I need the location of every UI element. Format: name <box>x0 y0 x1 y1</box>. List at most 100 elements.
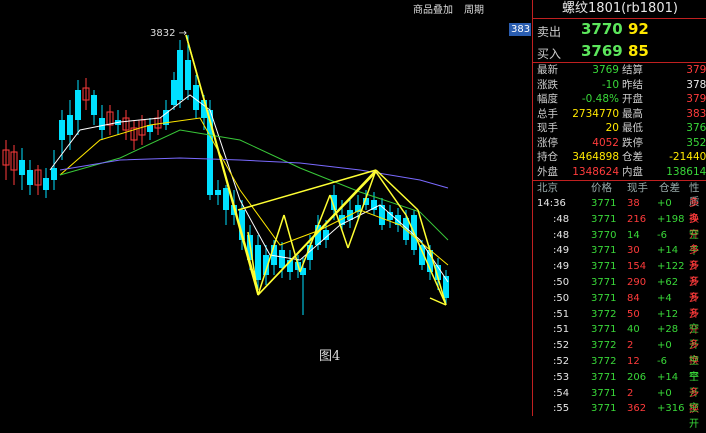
tick-oi-change: +0 <box>657 340 672 352</box>
tick-row[interactable]: :50 3771 290 +62 多开 <box>533 275 706 304</box>
tick-price: 3771 <box>591 277 617 288</box>
tick-time: :55 <box>553 403 570 415</box>
stat-value: 4052 <box>592 136 619 149</box>
tick-time: :52 <box>553 356 570 367</box>
tick-volume: 206 <box>627 371 647 383</box>
tick-oi-change: +14 <box>657 245 679 257</box>
tick-oi-change: +0 <box>657 198 672 209</box>
sell-label: 卖出 <box>537 25 562 39</box>
tick-row[interactable]: :49 3771 154 +122 多开 <box>533 259 706 288</box>
tick-oi-change: +28 <box>657 324 679 336</box>
tick-volume: 290 <box>627 277 647 288</box>
tick-time: :49 <box>553 261 570 273</box>
ticks-header-oi: 仓差 <box>659 182 680 194</box>
tick-row[interactable]: :52 3772 2 +0 多换 <box>533 338 706 367</box>
contract-title: 螺纹1801(rb1801) <box>533 0 706 19</box>
tick-time: :53 <box>553 371 570 383</box>
tick-time: :49 <box>553 245 570 257</box>
stat-row: 外盘 1348624内盘 1386146 <box>533 166 706 179</box>
tick-price: 3770 <box>591 229 617 241</box>
candle-body <box>43 178 49 190</box>
stat-value: 3834 <box>686 107 706 120</box>
tick-volume: 2 <box>627 340 634 352</box>
stat-value: -0.48% <box>581 93 619 105</box>
tick-oi-change: +14 <box>657 371 679 383</box>
tick-row[interactable]: :48 3771 216 +198 多开 <box>533 212 706 241</box>
tick-nature: 空开 <box>689 403 699 431</box>
tick-row[interactable]: :51 3772 50 +12 多开 <box>533 307 706 336</box>
tick-price: 3771 <box>591 371 617 383</box>
tick-row[interactable]: :48 3770 14 -6 空平 <box>533 228 706 257</box>
tick-price: 3771 <box>591 403 617 415</box>
trendline <box>185 34 259 291</box>
stat-value: 3798 <box>686 64 706 76</box>
stat-value: 3796 <box>686 93 706 105</box>
tick-row[interactable]: 14:36 3771 38 +0 多换 <box>533 196 706 225</box>
stat-label: 最低 <box>622 122 643 134</box>
stat-row: 最新 3769结算 3798 <box>533 64 706 77</box>
stat-value: 1386146 <box>666 165 706 178</box>
tick-time: :51 <box>553 324 570 336</box>
candle-body <box>27 170 33 185</box>
tick-oi-change: -6 <box>657 229 667 241</box>
tick-time: 14:36 <box>537 198 566 209</box>
buy-quote-row[interactable]: 买入 3769 85 <box>533 42 706 62</box>
quote-panel: 螺纹1801(rb1801) 卖出 3770 92 买入 3769 85 最新 3… <box>532 0 706 430</box>
figure-label: 图4 <box>319 349 341 364</box>
stat-row: 持仓 3464898仓差 -214408 <box>533 151 706 164</box>
tick-oi-change: -6 <box>657 356 667 367</box>
tick-volume: 30 <box>627 245 640 257</box>
buy-label: 买入 <box>537 47 562 61</box>
tick-volume: 2 <box>627 387 634 399</box>
stat-value: 3464898 <box>572 151 619 163</box>
sell-volume: 92 <box>628 20 649 38</box>
candle-body <box>279 250 285 268</box>
candle-body <box>51 168 57 180</box>
tick-row[interactable]: :49 3771 30 +14 多开 <box>533 243 706 272</box>
stat-label: 仓差 <box>622 151 643 163</box>
tick-oi-change: +316 <box>657 403 685 415</box>
tick-row[interactable]: :54 3771 2 +0 多换 <box>533 386 706 415</box>
stat-label: 现手 <box>537 122 558 134</box>
stat-value: 20 <box>605 122 619 134</box>
tick-price: 3771 <box>591 387 617 399</box>
tick-row[interactable]: :52 3772 12 -6 空平 <box>533 354 706 383</box>
buy-price: 3769 <box>581 42 623 60</box>
tick-price: 3771 <box>591 245 617 257</box>
stat-label: 涨停 <box>537 136 558 149</box>
stat-row: 总手 2734770最高 3834 <box>533 108 706 121</box>
tick-price: 3771 <box>591 324 617 336</box>
candle-body <box>171 80 177 105</box>
stat-label: 跌停 <box>622 136 643 149</box>
candle-body <box>215 190 221 195</box>
ticks-header-price: 价格 <box>591 182 612 194</box>
stat-label: 最新 <box>537 64 558 76</box>
tick-time: :50 <box>553 292 570 304</box>
tick-row[interactable]: :50 3771 84 +4 多开 <box>533 291 706 320</box>
stat-row: 幅度 -0.48%开盘 3796 <box>533 93 706 106</box>
tick-time: :50 <box>553 277 570 288</box>
stat-label: 外盘 <box>537 165 558 178</box>
tick-volume: 216 <box>627 213 647 225</box>
stat-label: 涨跌 <box>537 78 558 91</box>
stat-label: 开盘 <box>622 93 643 105</box>
tick-row[interactable]: :55 3771 362 +316 空开 <box>533 401 706 430</box>
candlestick-chart-area[interactable]: 商品叠加 周期 3831 3832 → 图4 <box>0 0 531 416</box>
stat-label: 昨结 <box>622 78 643 91</box>
tick-volume: 14 <box>627 229 640 241</box>
stat-label: 总手 <box>537 107 558 120</box>
tick-oi-change: +0 <box>657 387 672 399</box>
stat-row: 涨停 4052跌停 3521 <box>533 137 706 150</box>
tick-volume: 38 <box>627 198 640 209</box>
stat-value: 2734770 <box>572 107 619 120</box>
tick-time: :48 <box>553 229 570 241</box>
tick-oi-change: +198 <box>657 213 685 225</box>
tick-row[interactable]: :51 3771 40 +28 空开 <box>533 322 706 351</box>
stat-value: 3769 <box>592 64 619 76</box>
tick-row[interactable]: :53 3771 206 +14 空开 <box>533 370 706 399</box>
ticks-header-volume: 现手 <box>627 182 648 194</box>
tick-price: 3772 <box>591 308 617 320</box>
sell-quote-row[interactable]: 卖出 3770 92 <box>533 20 706 40</box>
candle-body <box>91 95 97 115</box>
tick-volume: 12 <box>627 356 640 367</box>
